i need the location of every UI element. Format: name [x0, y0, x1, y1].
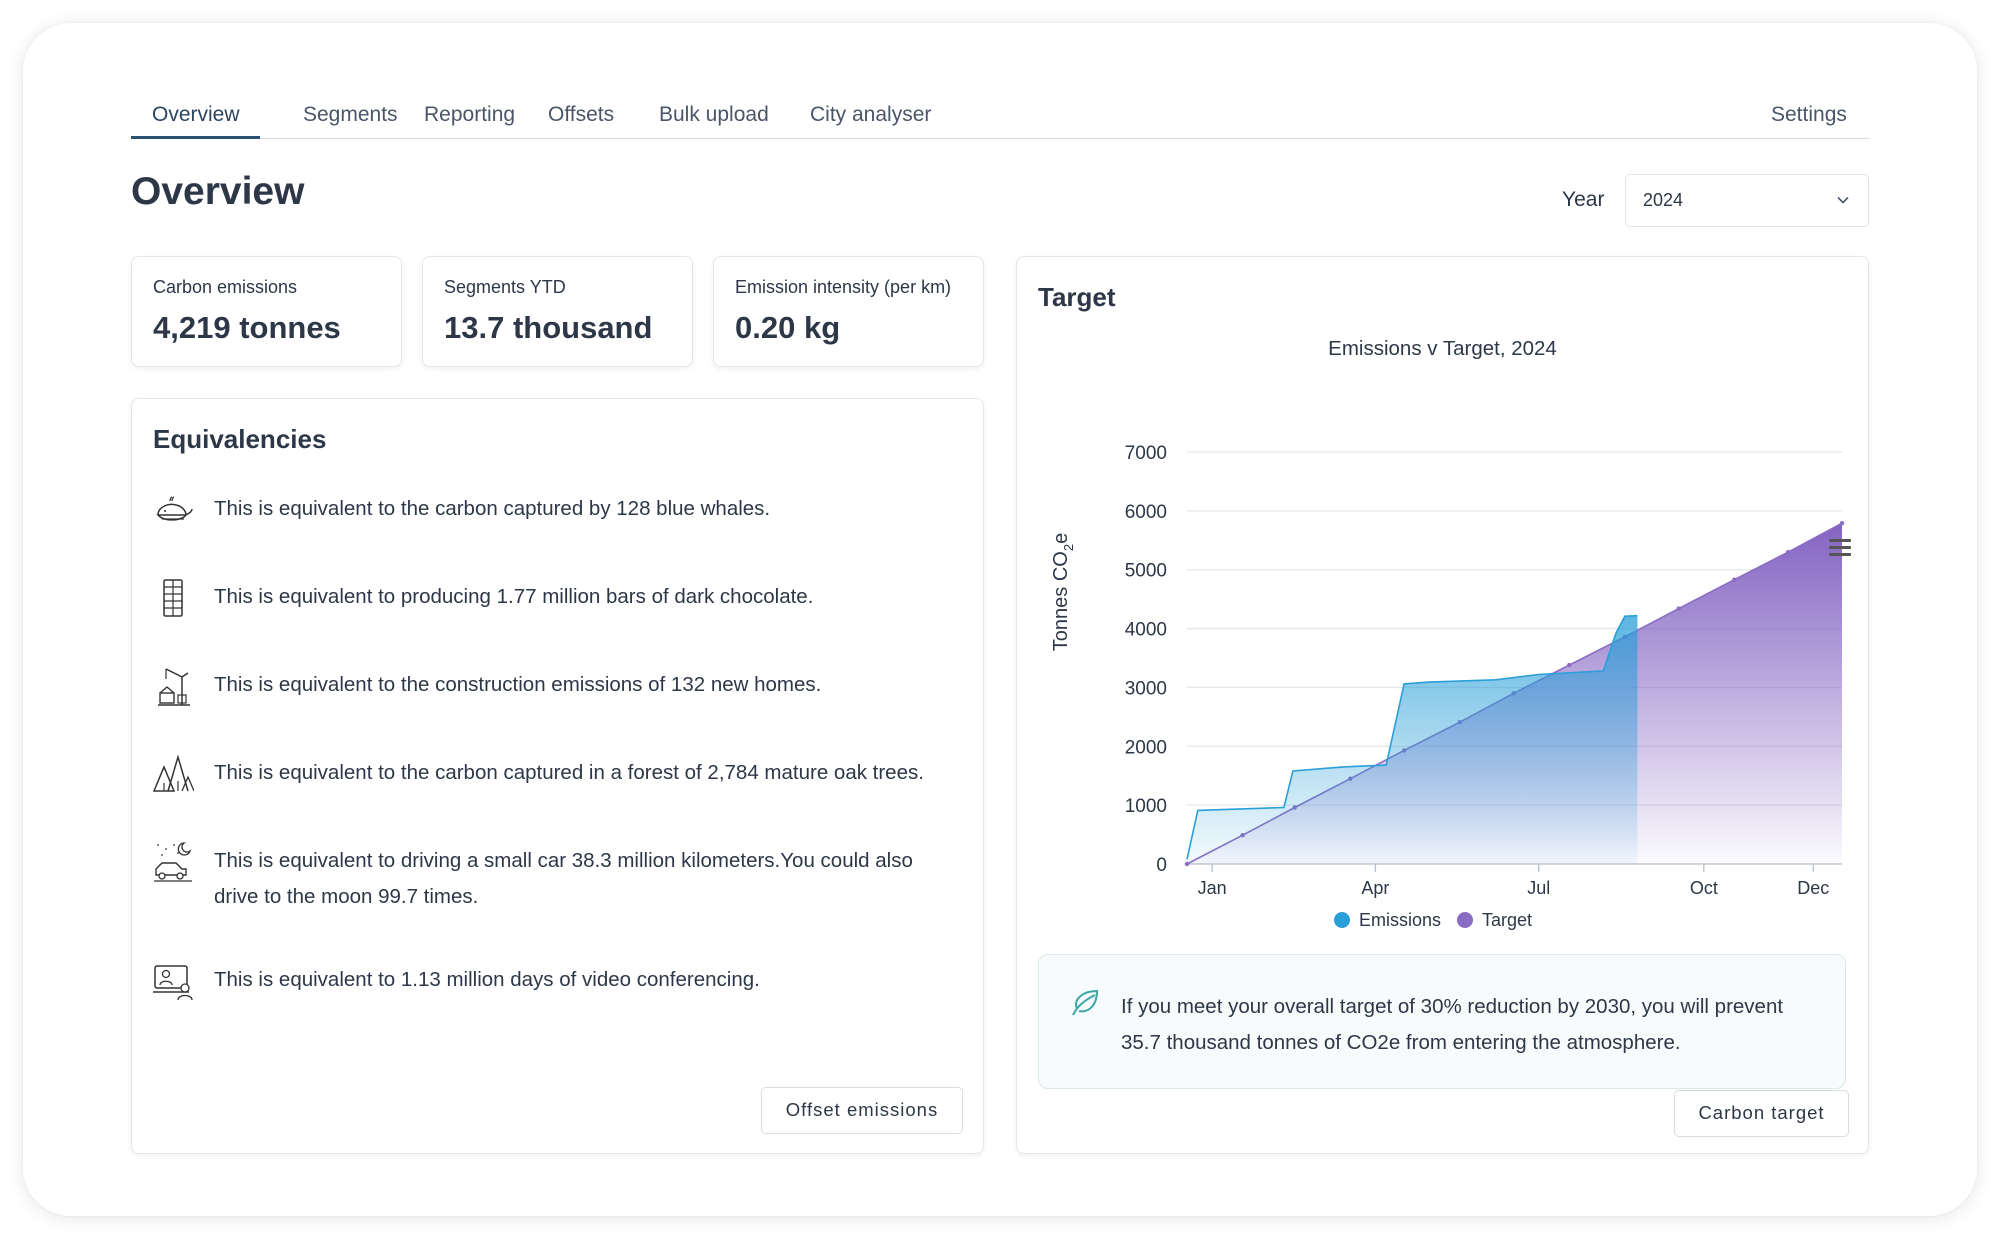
- year-select-value: 2024: [1643, 190, 1684, 210]
- stat-card-emission-intensity: Emission intensity (per km) 0.20 kg: [713, 256, 984, 367]
- tab-segments[interactable]: Segments: [303, 103, 398, 127]
- x-tick-label: Jul: [1527, 878, 1550, 898]
- page-title: Overview: [131, 170, 305, 213]
- y-tick-label: 2000: [1125, 737, 1167, 758]
- tab-offsets[interactable]: Offsets: [548, 103, 614, 127]
- target-point: [1732, 577, 1737, 582]
- equivalencies-title: Equivalencies: [153, 424, 327, 454]
- year-label: Year: [1562, 188, 1605, 211]
- legend-marker-target: [1457, 912, 1473, 928]
- offset-emissions-button[interactable]: Offset emissions: [761, 1087, 963, 1134]
- tab-settings[interactable]: Settings: [1771, 103, 1847, 127]
- stat-card-segments-ytd: Segments YTD 13.7 thousand: [422, 256, 693, 367]
- equivalency-text: This is equivalent to the construction e…: [214, 673, 822, 696]
- equivalency-text: This is equivalent to 1.13 million days …: [214, 968, 760, 991]
- stat-value: 0.20 kg: [735, 310, 841, 345]
- stat-label: Segments YTD: [444, 277, 566, 297]
- construction-icon: [158, 668, 190, 706]
- equivalency-text: This is equivalent to the carbon capture…: [214, 497, 771, 520]
- y-axis-label: Tonnes CO2e: [1050, 533, 1076, 651]
- forest-icon: [152, 754, 194, 792]
- chocolate-bar-icon: [163, 579, 183, 617]
- y-tick-label: 5000: [1125, 561, 1167, 582]
- x-tick-label: Apr: [1361, 878, 1389, 898]
- target-title: Target: [1038, 282, 1116, 312]
- equivalency-text: This is equivalent to driving a small ca…: [214, 849, 913, 908]
- chart-title: Emissions v Target, 2024: [1328, 337, 1557, 360]
- hamburger-menu-icon[interactable]: [1829, 539, 1851, 556]
- legend-label-emissions: Emissions: [1359, 910, 1441, 930]
- target-info-text: If you meet your overall target of 30% r…: [1121, 995, 1784, 1054]
- whale-icon: [156, 496, 193, 521]
- active-tab-indicator: [131, 136, 260, 139]
- app-frame: Overview Segments Reporting Offsets Bulk…: [23, 23, 1977, 1216]
- equivalencies-card: Equivalencies This is equivalent to the …: [131, 398, 984, 1154]
- stat-card-carbon-emissions: Carbon emissions 4,219 tonnes: [131, 256, 402, 367]
- tab-bulk-upload[interactable]: Bulk upload: [659, 103, 769, 127]
- y-tick-label: 0: [1156, 855, 1167, 876]
- target-point: [1785, 549, 1791, 555]
- legend-marker-emissions: [1334, 912, 1350, 928]
- y-tick-label: 4000: [1125, 620, 1167, 641]
- stat-label: Carbon emissions: [153, 277, 298, 297]
- y-tick-label: 7000: [1125, 443, 1167, 464]
- year-select[interactable]: 2024: [1625, 174, 1869, 227]
- target-point: [1676, 606, 1681, 611]
- target-card: Target Emissions v Target, 2024 0 1000 200…: [1016, 256, 1869, 1154]
- chevron-down-icon: [1837, 196, 1849, 204]
- legend-label-target: Target: [1482, 910, 1532, 930]
- x-tick-label: Jan: [1198, 878, 1227, 898]
- tab-overview[interactable]: Overview: [152, 103, 240, 127]
- y-tick-label: 6000: [1125, 502, 1167, 523]
- x-tick-label: Dec: [1797, 878, 1829, 898]
- stat-value: 13.7 thousand: [444, 310, 653, 345]
- target-info-box: If you meet your overall target of 30% r…: [1038, 954, 1846, 1089]
- carbon-target-button[interactable]: Carbon target: [1674, 1090, 1849, 1137]
- equivalency-text: This is equivalent to producing 1.77 mil…: [214, 585, 814, 608]
- y-tick-label: 3000: [1125, 678, 1167, 699]
- stat-label: Emission intensity (per km): [735, 277, 952, 297]
- target-point: [1839, 521, 1845, 526]
- emissions-target-chart: 0 1000 2000 3000 4000 5000 6000 7000 Jan Apr Jul Oc…: [1050, 443, 1851, 930]
- video-conference-icon: [153, 965, 193, 1001]
- series-area-emissions: [1187, 615, 1638, 864]
- equivalency-text: This is equivalent to the carbon capture…: [214, 761, 924, 784]
- car-moon-icon: [154, 842, 192, 882]
- tab-reporting[interactable]: Reporting: [424, 103, 515, 127]
- x-tick-label: Oct: [1690, 878, 1718, 898]
- y-tick-label: 1000: [1125, 796, 1167, 817]
- tab-bar: Overview Segments Reporting Offsets Bulk…: [131, 95, 1869, 139]
- target-point: [1567, 662, 1572, 668]
- leaf-icon: [1072, 989, 1099, 1016]
- tab-city-analyser[interactable]: City analyser: [810, 103, 931, 127]
- stat-value: 4,219 tonnes: [153, 310, 341, 345]
